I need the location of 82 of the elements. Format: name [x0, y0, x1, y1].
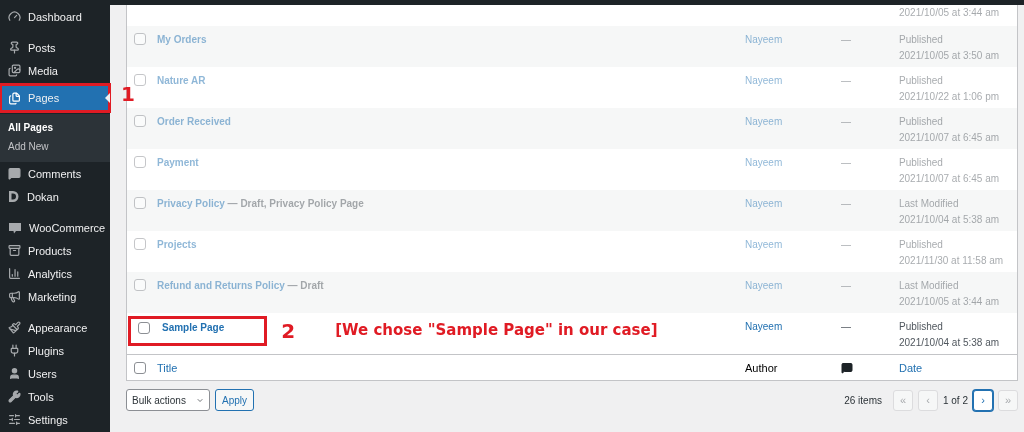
comment-count: —: [841, 239, 851, 250]
store-icon: [8, 221, 22, 234]
submenu-item[interactable]: All Pages: [0, 118, 110, 137]
menu-item[interactable]: Settings: [0, 408, 110, 431]
author-link[interactable]: Nayeem: [745, 321, 783, 332]
date-text: 2021/10/05 at 3:44 am: [899, 7, 1000, 18]
status-text: Published: [899, 34, 944, 45]
select-all-checkbox[interactable]: [134, 361, 146, 374]
row-checkbox[interactable]: [134, 197, 146, 209]
media-icon: [8, 64, 21, 77]
row-checkbox[interactable]: [134, 33, 146, 45]
date-text: 2021/11/30 at 11:58 am: [899, 255, 1004, 266]
page-indicator: 1 of 2: [942, 394, 968, 406]
pagination-button[interactable]: ›: [973, 389, 993, 411]
comment-icon: [841, 361, 853, 374]
wrench-icon: [8, 390, 21, 403]
products-icon: [8, 244, 21, 257]
row-checkbox[interactable]: [138, 322, 150, 334]
pin-icon: [8, 41, 21, 54]
menu-item[interactable]: Dokan: [0, 185, 110, 208]
page-title-link[interactable]: Sample Page: [162, 322, 225, 333]
status-text: Published: [899, 239, 944, 250]
author-column-header: Author: [745, 361, 778, 374]
status-text: Published: [899, 321, 944, 332]
comment-count: —: [841, 198, 851, 209]
row-checkbox[interactable]: [134, 279, 146, 291]
date-text: 2021/10/05 at 3:50 am: [899, 50, 1000, 61]
comment-count: —: [841, 280, 851, 291]
date-text: 2021/10/22 at 1:06 pm: [899, 91, 1000, 102]
menu-item[interactable]: Posts: [0, 36, 110, 59]
title-column-header[interactable]: Title: [157, 361, 178, 374]
menu-item[interactable]: Products: [0, 239, 110, 262]
paintbrush-icon: [8, 321, 21, 334]
row-checkbox[interactable]: [134, 115, 146, 127]
menu-item[interactable]: Appearance: [0, 316, 110, 339]
comment-icon: [8, 167, 21, 180]
menu-item[interactable]: Users: [0, 362, 110, 385]
plug-icon: [8, 344, 21, 357]
comment-count: —: [841, 75, 851, 86]
dokan-icon: [8, 190, 20, 203]
menu-item[interactable]: Tools: [0, 385, 110, 408]
status-text: Last Modified: [899, 198, 960, 209]
page-state: — Draft, Privacy Policy Page: [226, 198, 364, 209]
item-count: 26 items: [844, 394, 882, 406]
date-text: 2021/10/05 at 3:44 am: [899, 296, 1000, 307]
date-text: 2021/10/07 at 6:45 am: [899, 132, 1000, 143]
row-checkbox[interactable]: [134, 156, 146, 168]
callout-number: 2: [281, 321, 296, 341]
menu-item[interactable]: Pages: [0, 84, 110, 112]
menu-item[interactable]: Dashboard: [0, 5, 110, 28]
menu-item[interactable]: Media: [0, 59, 110, 82]
pages-icon: [8, 91, 21, 105]
comment-count: —: [841, 157, 851, 168]
row-checkbox[interactable]: [134, 74, 146, 86]
callout-number: 1: [121, 82, 135, 106]
row-checkbox[interactable]: [134, 238, 146, 250]
menu-item[interactable]: Comments: [0, 162, 110, 185]
apply-button[interactable]: Apply: [215, 389, 254, 411]
date-column-header[interactable]: Date: [899, 361, 923, 374]
menu-item[interactable]: Plugins: [0, 339, 110, 362]
date-text: 2021/10/07 at 6:45 am: [899, 173, 1000, 184]
status-text: Published: [899, 116, 944, 127]
page-state: — Draft: [286, 280, 324, 291]
status-text: Published: [899, 157, 944, 168]
comment-count: —: [841, 34, 851, 45]
date-text: 2021/10/04 at 5:38 am: [899, 214, 1000, 225]
analytics-icon: [8, 267, 21, 280]
date-text: 2021/10/04 at 5:38 am: [899, 337, 1000, 348]
menu-item[interactable]: WooCommerce: [0, 216, 110, 239]
megaphone-icon: [8, 290, 21, 303]
settings-icon: [8, 413, 21, 426]
bulk-actions-select[interactable]: Bulk actions: [126, 389, 210, 411]
submenu-item[interactable]: Add New: [0, 137, 110, 156]
callout-note: [We chose "Sample Page" in our case]: [335, 321, 658, 339]
status-text: Last Modified: [899, 280, 960, 291]
comment-count: —: [841, 321, 851, 332]
menu-item[interactable]: Marketing: [0, 285, 110, 308]
dashboard-icon: [8, 10, 21, 23]
comment-count: —: [841, 116, 851, 127]
status-text: Published: [899, 75, 944, 86]
menu-item[interactable]: Analytics: [0, 262, 110, 285]
user-icon: [8, 367, 21, 380]
